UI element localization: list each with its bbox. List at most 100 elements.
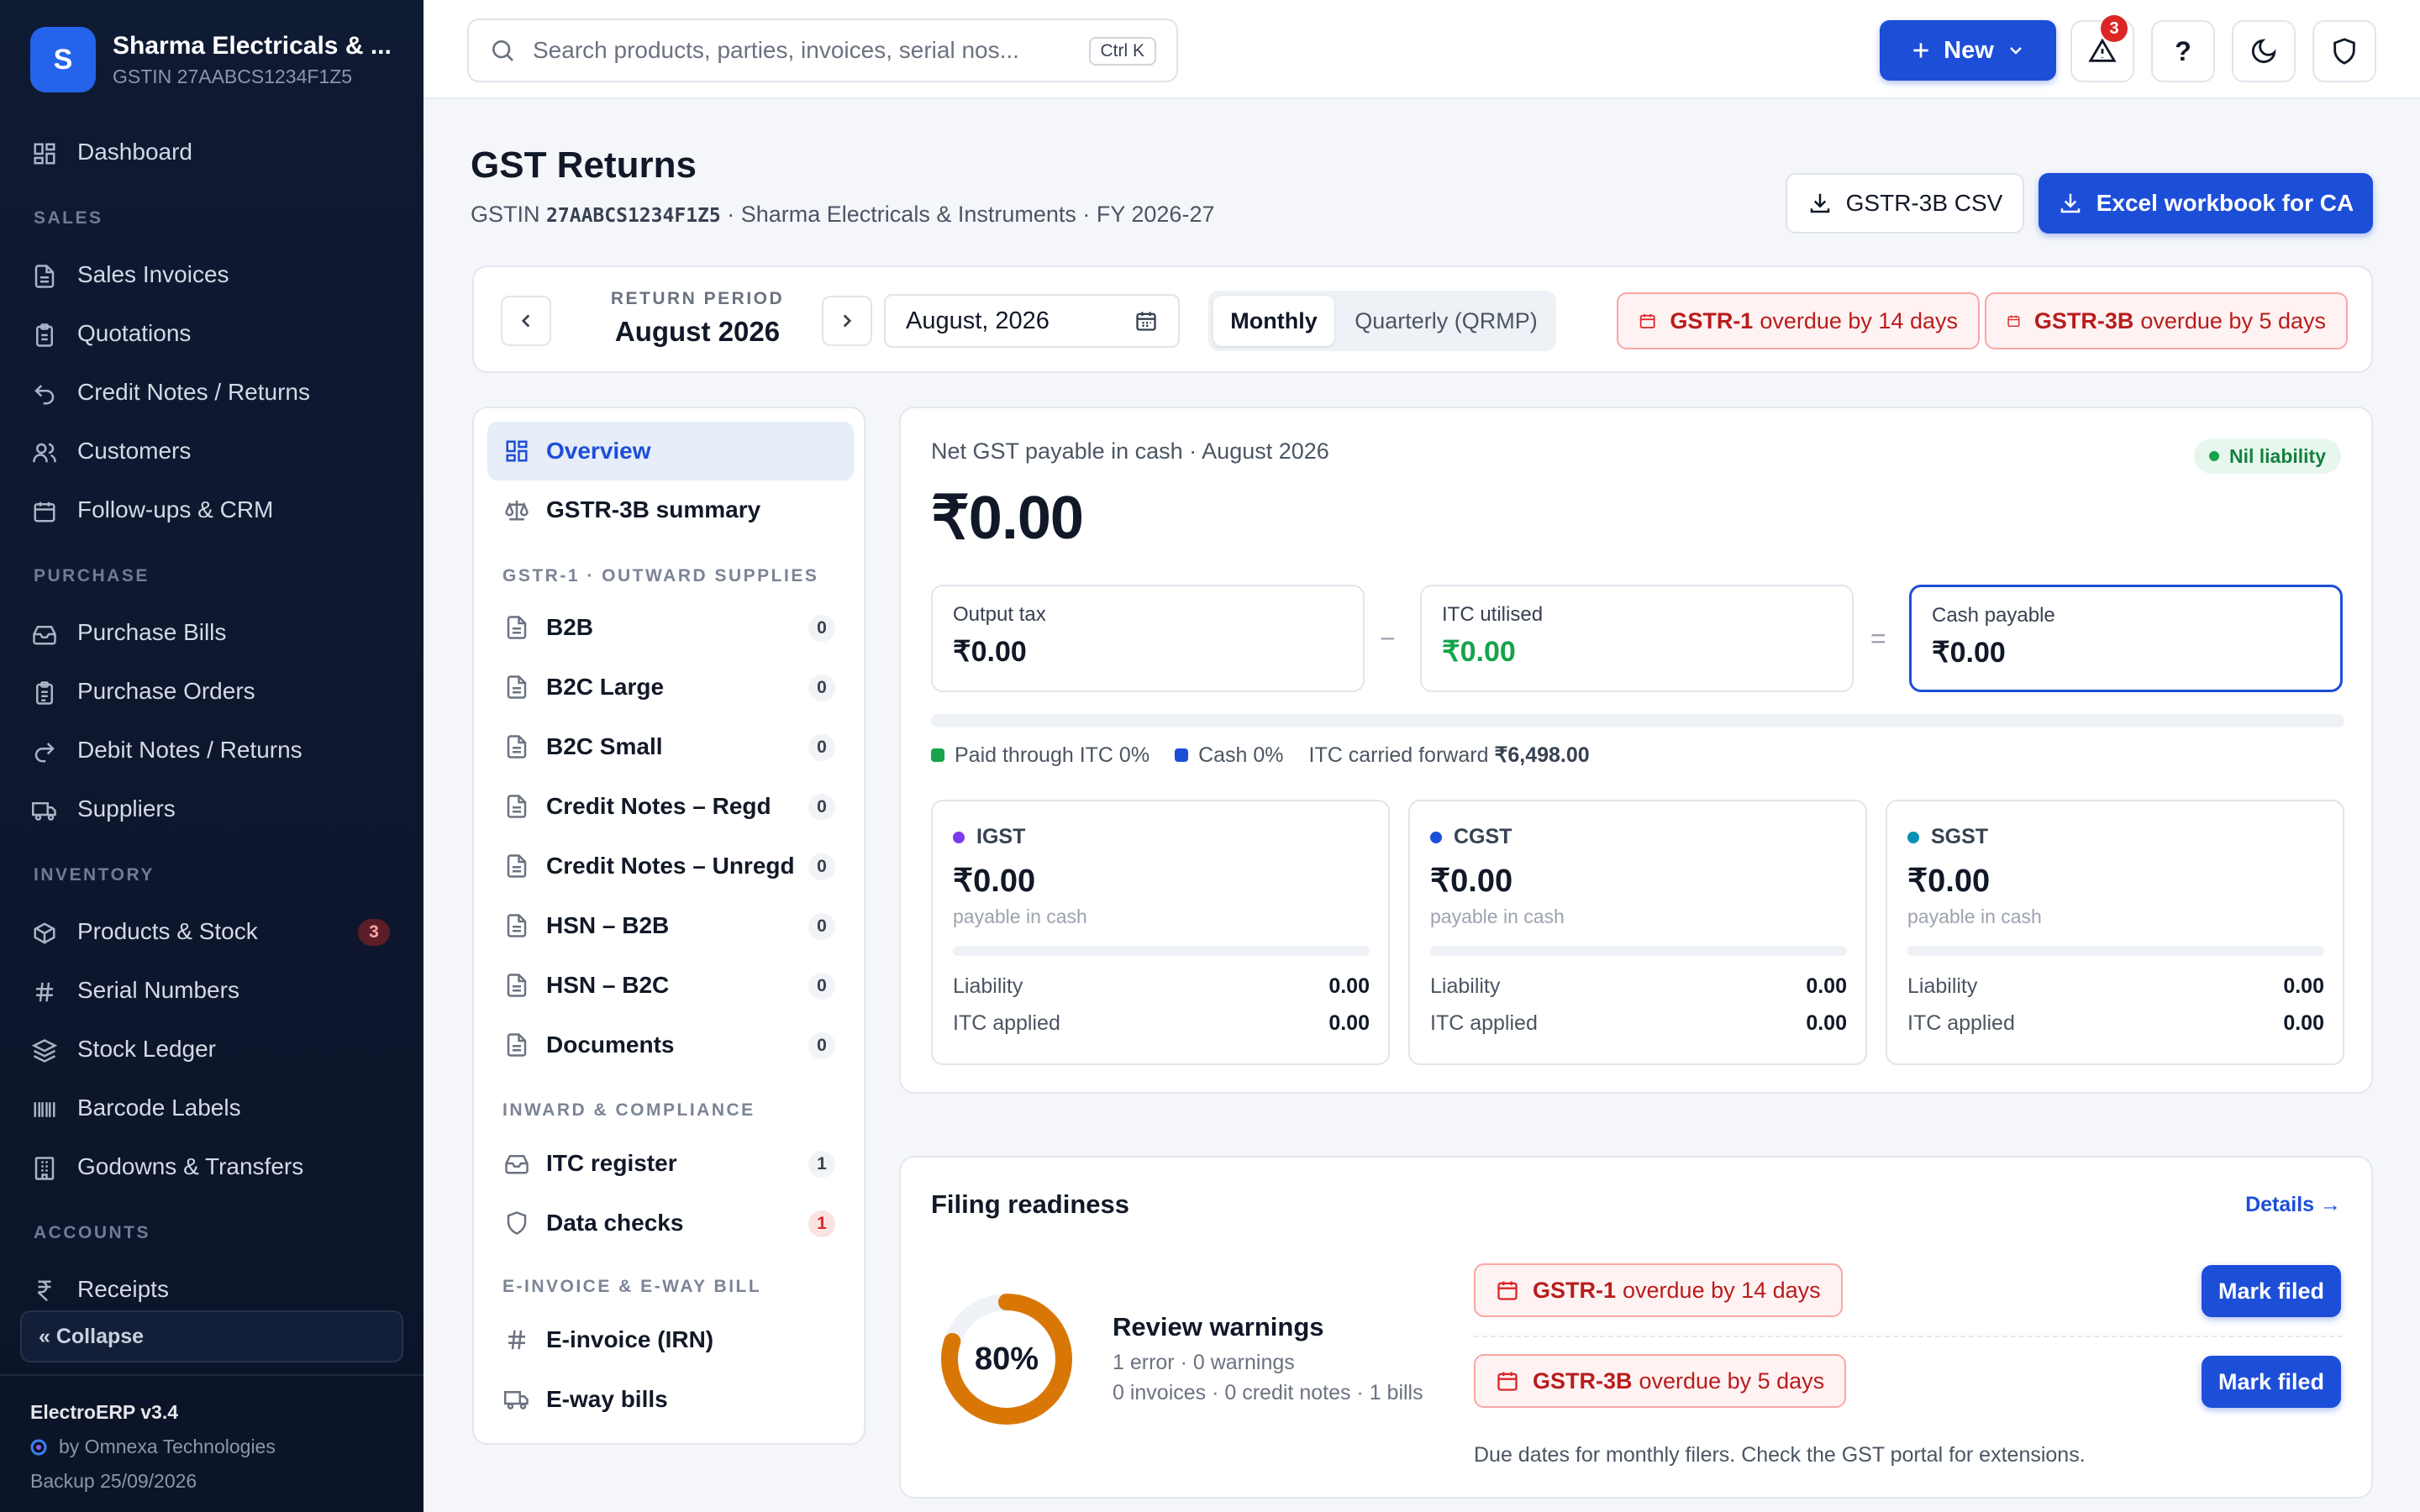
sidebar-item-purchase-orders[interactable]: Purchase Orders bbox=[0, 662, 424, 721]
subnav-einvoice[interactable]: E-invoice (IRN) bbox=[487, 1310, 854, 1369]
security-button[interactable] bbox=[2312, 20, 2376, 82]
monthly-option[interactable]: Monthly bbox=[1213, 296, 1334, 346]
moon-icon bbox=[2251, 39, 2276, 64]
gstr3b-csv-button[interactable]: GSTR-3B CSV bbox=[1786, 173, 2024, 234]
subnav-overview[interactable]: Overview bbox=[487, 422, 854, 480]
mark-filed-gstr3b-button[interactable]: Mark filed bbox=[2202, 1356, 2341, 1408]
sidebar-section-sales: SALES bbox=[34, 208, 103, 228]
itc-legend-swatch bbox=[931, 748, 944, 762]
gst-section-nav: Overview GSTR-3B summary GSTR-1 · OUTWAR… bbox=[472, 407, 865, 1445]
sidebar-section-purchase: PURCHASE bbox=[34, 566, 150, 585]
subnav-documents[interactable]: Documents 0 bbox=[487, 1016, 854, 1074]
sidebar-item-barcode-labels[interactable]: Barcode Labels bbox=[0, 1079, 424, 1137]
sidebar-item-purchase-bills[interactable]: Purchase Bills bbox=[0, 603, 424, 662]
calendar-icon bbox=[1497, 1281, 1518, 1300]
next-period-button[interactable] bbox=[822, 296, 872, 346]
vendor-credit: by Omnexa Technologies bbox=[30, 1436, 393, 1458]
liability-value: 0.00 bbox=[1328, 974, 1370, 998]
sidebar-item-label: Dashboard bbox=[77, 139, 192, 165]
sidebar-item-godowns[interactable]: Godowns & Transfers bbox=[0, 1137, 424, 1196]
minus-sign: − bbox=[1380, 623, 1396, 654]
subnav-b2c-small[interactable]: B2C Small 0 bbox=[487, 717, 854, 776]
company-name: Sharma Electricals & ... bbox=[113, 31, 392, 60]
subnav-label: B2C Small bbox=[546, 733, 663, 759]
subnav-hsn-b2c[interactable]: HSN – B2C 0 bbox=[487, 956, 854, 1015]
payment-split-legend: Paid through ITC 0% Cash 0% ITC carried … bbox=[931, 743, 1615, 768]
box-icon bbox=[34, 922, 55, 944]
previous-period-button[interactable] bbox=[501, 296, 551, 346]
new-button-label: New bbox=[1944, 36, 1994, 64]
sidebar-item-stock-ledger[interactable]: Stock Ledger bbox=[0, 1020, 424, 1079]
subnav-gstr3b-summary[interactable]: GSTR-3B summary bbox=[487, 480, 854, 539]
liability-row: Liability 0.00 bbox=[1430, 974, 1847, 999]
sidebar-item-dashboard[interactable]: Dashboard bbox=[0, 123, 424, 181]
due-text: overdue by 14 days bbox=[1760, 307, 1958, 333]
alerts-button[interactable]: 3 bbox=[2070, 15, 2134, 82]
quarterly-option[interactable]: Quarterly (QRMP) bbox=[1343, 296, 1549, 346]
undo-arrow-icon bbox=[34, 385, 55, 405]
layers-icon bbox=[32, 1039, 57, 1063]
excel-button-label: Excel workbook for CA bbox=[2096, 190, 2354, 216]
subnav-credit-notes-unregd[interactable]: Credit Notes – Unregd 0 bbox=[487, 837, 854, 895]
due-form: GSTR-3B bbox=[1533, 1368, 1633, 1394]
sidebar-item-quotations[interactable]: Quotations bbox=[0, 304, 424, 363]
subnav-count: 0 bbox=[808, 615, 835, 642]
gstr3b-due-chip: GSTR-3B overdue by 5 days bbox=[1985, 292, 2348, 349]
month-picker-input[interactable]: August, 2026 bbox=[884, 294, 1180, 348]
subnav-data-checks[interactable]: Data checks 1 bbox=[487, 1194, 854, 1252]
new-button[interactable]: New bbox=[1880, 20, 2056, 81]
search-input[interactable]: Search products, parties, invoices, seri… bbox=[533, 37, 1019, 64]
sidebar-item-customers[interactable]: Customers bbox=[0, 422, 424, 480]
sidebar-item-credit-notes[interactable]: Credit Notes / Returns bbox=[0, 363, 424, 422]
tax-progress-bar bbox=[1907, 946, 2324, 956]
csv-button-label: GSTR-3B CSV bbox=[1845, 190, 2003, 216]
payment-split-bar bbox=[931, 714, 2344, 727]
legend-cash-text: Cash 0% bbox=[1198, 743, 1284, 767]
sidebar: S Sharma Electricals & ... GSTIN 27AABCS… bbox=[0, 0, 424, 1512]
subnav-count: 0 bbox=[808, 734, 835, 761]
calendar-icon bbox=[1497, 1372, 1518, 1391]
subnav-label: E-way bills bbox=[546, 1386, 668, 1412]
due-text: overdue by 5 days bbox=[2140, 307, 2326, 333]
calendar-icon bbox=[1639, 314, 1655, 328]
gstr1-due-chip: GSTR-1 overdue by 14 days bbox=[1617, 292, 1980, 349]
help-button[interactable]: ? bbox=[2151, 20, 2215, 82]
sidebar-item-followups[interactable]: Follow-ups & CRM bbox=[0, 480, 424, 539]
subnav-eway-bills[interactable]: E-way bills bbox=[487, 1370, 854, 1429]
chevron-down-icon bbox=[2009, 47, 2022, 55]
details-link[interactable]: Details → bbox=[2245, 1193, 2341, 1217]
sidebar-item-serial-numbers[interactable]: Serial Numbers bbox=[0, 961, 424, 1020]
calendar-icon bbox=[2007, 315, 2020, 328]
subnav-hsn-b2b[interactable]: HSN – B2B 0 bbox=[487, 896, 854, 955]
subnav-count: 0 bbox=[808, 794, 835, 821]
sidebar-item-sales-invoices[interactable]: Sales Invoices bbox=[0, 245, 424, 304]
redo-arrow-icon bbox=[34, 743, 55, 763]
sidebar-item-debit-notes[interactable]: Debit Notes / Returns bbox=[0, 721, 424, 780]
company-gstin: GSTIN 27AABCS1234F1Z5 bbox=[113, 65, 353, 87]
shield-icon bbox=[507, 1211, 527, 1235]
gstin-value: 27AABCS1234F1Z5 bbox=[546, 205, 721, 227]
mark-filed-gstr1-button[interactable]: Mark filed bbox=[2202, 1265, 2341, 1317]
global-search[interactable]: Search products, parties, invoices, seri… bbox=[467, 18, 1178, 82]
subnav-itc-register[interactable]: ITC register 1 bbox=[487, 1134, 854, 1193]
sgst-card: SGST ₹0.00 payable in cash Liability 0.00… bbox=[1886, 800, 2344, 1065]
subnav-count: 0 bbox=[808, 675, 835, 701]
subnav-b2c-large[interactable]: B2C Large 0 bbox=[487, 658, 854, 717]
subnav-label: Credit Notes – Unregd bbox=[546, 853, 795, 879]
subnav-label: Documents bbox=[546, 1032, 675, 1058]
equals-sign: = bbox=[1870, 623, 1886, 654]
help-icon: ? bbox=[2175, 35, 2191, 66]
excel-workbook-button[interactable]: Excel workbook for CA bbox=[2039, 173, 2373, 234]
users-icon bbox=[33, 443, 56, 463]
document-icon bbox=[507, 675, 527, 699]
sidebar-item-products-stock[interactable]: Products & Stock 3 bbox=[0, 902, 424, 961]
theme-toggle-button[interactable] bbox=[2232, 20, 2296, 82]
company-switcher[interactable]: S Sharma Electricals & ... GSTIN 27AABCS… bbox=[30, 27, 398, 92]
liability-row: Liability 0.00 bbox=[1907, 974, 2324, 999]
subnav-credit-notes-regd[interactable]: Credit Notes – Regd 0 bbox=[487, 777, 854, 836]
due-text: overdue by 5 days bbox=[1639, 1368, 1825, 1394]
collapse-sidebar-button[interactable]: « Collapse bbox=[20, 1310, 403, 1362]
subnav-b2b[interactable]: B2B 0 bbox=[487, 598, 854, 657]
download-icon bbox=[2060, 193, 2080, 213]
sidebar-item-suppliers[interactable]: Suppliers bbox=[0, 780, 424, 838]
